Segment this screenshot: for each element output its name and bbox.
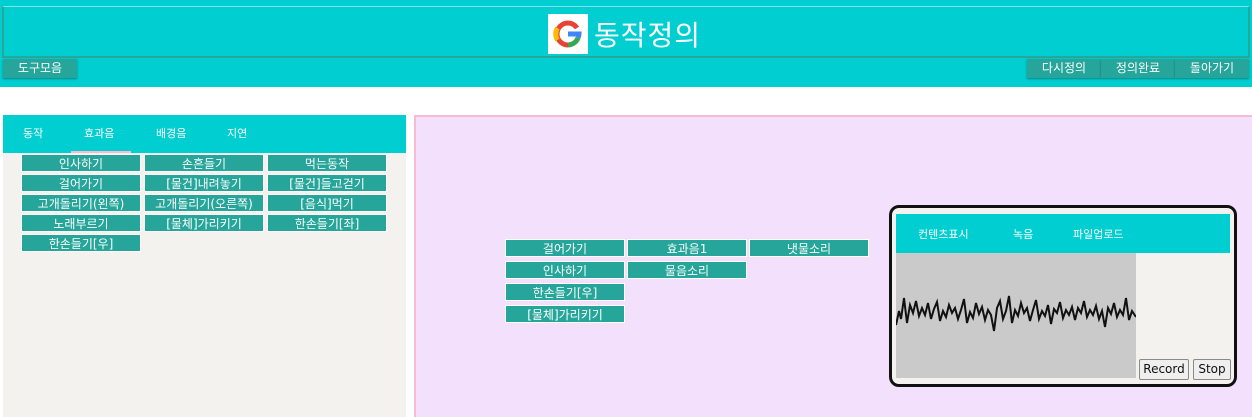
page-title: 동작정의 xyxy=(594,19,702,52)
action-button[interactable]: 손흔들기 xyxy=(144,154,264,172)
action-palette: 동작 효과음 배경음 지연 인사하기 손흔들기 먹는동작 걸어가기 [물건]내려놓기 [물… xyxy=(3,115,406,417)
sequence-item[interactable]: 한손들기[우] xyxy=(505,283,625,301)
title-area: 동작정의 xyxy=(548,14,701,54)
waveform-display xyxy=(895,253,1137,378)
sequence-item[interactable]: 걸어가기 xyxy=(505,239,625,257)
go-back-button[interactable]: 돌아가기 xyxy=(1175,59,1249,78)
recorder-panel: 컨텐츠표시 녹음 파일업로드 Record Stop xyxy=(889,205,1237,387)
sequence-item[interactable]: [물체]가리키기 xyxy=(505,305,625,323)
action-button[interactable]: 인사하기 xyxy=(21,154,141,172)
action-button[interactable]: 한손들기[우] xyxy=(21,234,141,252)
tab-content-display[interactable]: 컨텐츠표시 xyxy=(918,226,969,242)
action-button[interactable]: 고개돌리기(오른쪽) xyxy=(144,194,264,212)
record-button[interactable]: Record xyxy=(1139,359,1189,380)
action-button[interactable]: 걸어가기 xyxy=(21,174,141,192)
action-button[interactable]: [물건]내려놓기 xyxy=(144,174,264,192)
redefine-button[interactable]: 다시정의 xyxy=(1027,59,1101,78)
toolbox-button[interactable]: 도구모음 xyxy=(3,59,77,78)
action-button[interactable]: 노래부르기 xyxy=(21,214,141,232)
action-button[interactable]: 한손들기[좌] xyxy=(267,214,387,232)
sequence-item[interactable]: 물음소리 xyxy=(627,261,747,279)
finish-definition-button[interactable]: 정의완료 xyxy=(1101,59,1175,78)
action-button[interactable]: [음식]먹기 xyxy=(267,194,387,212)
tab-background-music[interactable]: 배경음 xyxy=(156,125,186,141)
tab-recording[interactable]: 녹음 xyxy=(1013,226,1033,242)
tab-file-upload[interactable]: 파일업로드 xyxy=(1073,226,1124,242)
action-button[interactable]: [물건]들고걷기 xyxy=(267,174,387,192)
sequence-item[interactable]: 효과음1 xyxy=(627,239,747,257)
tab-actions[interactable]: 동작 xyxy=(23,125,43,141)
action-button[interactable]: 먹는동작 xyxy=(267,154,387,172)
sequence-item[interactable]: 인사하기 xyxy=(505,261,625,279)
tab-delay[interactable]: 지연 xyxy=(227,125,247,141)
action-button[interactable]: [물체]가리키기 xyxy=(144,214,264,232)
active-tab-indicator xyxy=(71,151,131,153)
sequence-item[interactable]: 냇물소리 xyxy=(749,239,869,257)
palette-tab-bar: 동작 효과음 배경음 지연 xyxy=(3,115,406,153)
stop-button[interactable]: Stop xyxy=(1193,359,1231,380)
tab-sound-effects[interactable]: 효과음 xyxy=(84,125,114,141)
google-g-icon xyxy=(548,14,588,54)
waveform-line xyxy=(895,295,1137,332)
action-button[interactable]: 고개돌리기(왼쪽) xyxy=(21,194,141,212)
app-header: 동작정의 도구모음 다시정의 정의완료 돌아가기 xyxy=(0,0,1252,87)
recorder-tab-bar: 컨텐츠표시 녹음 파일업로드 xyxy=(896,214,1230,253)
